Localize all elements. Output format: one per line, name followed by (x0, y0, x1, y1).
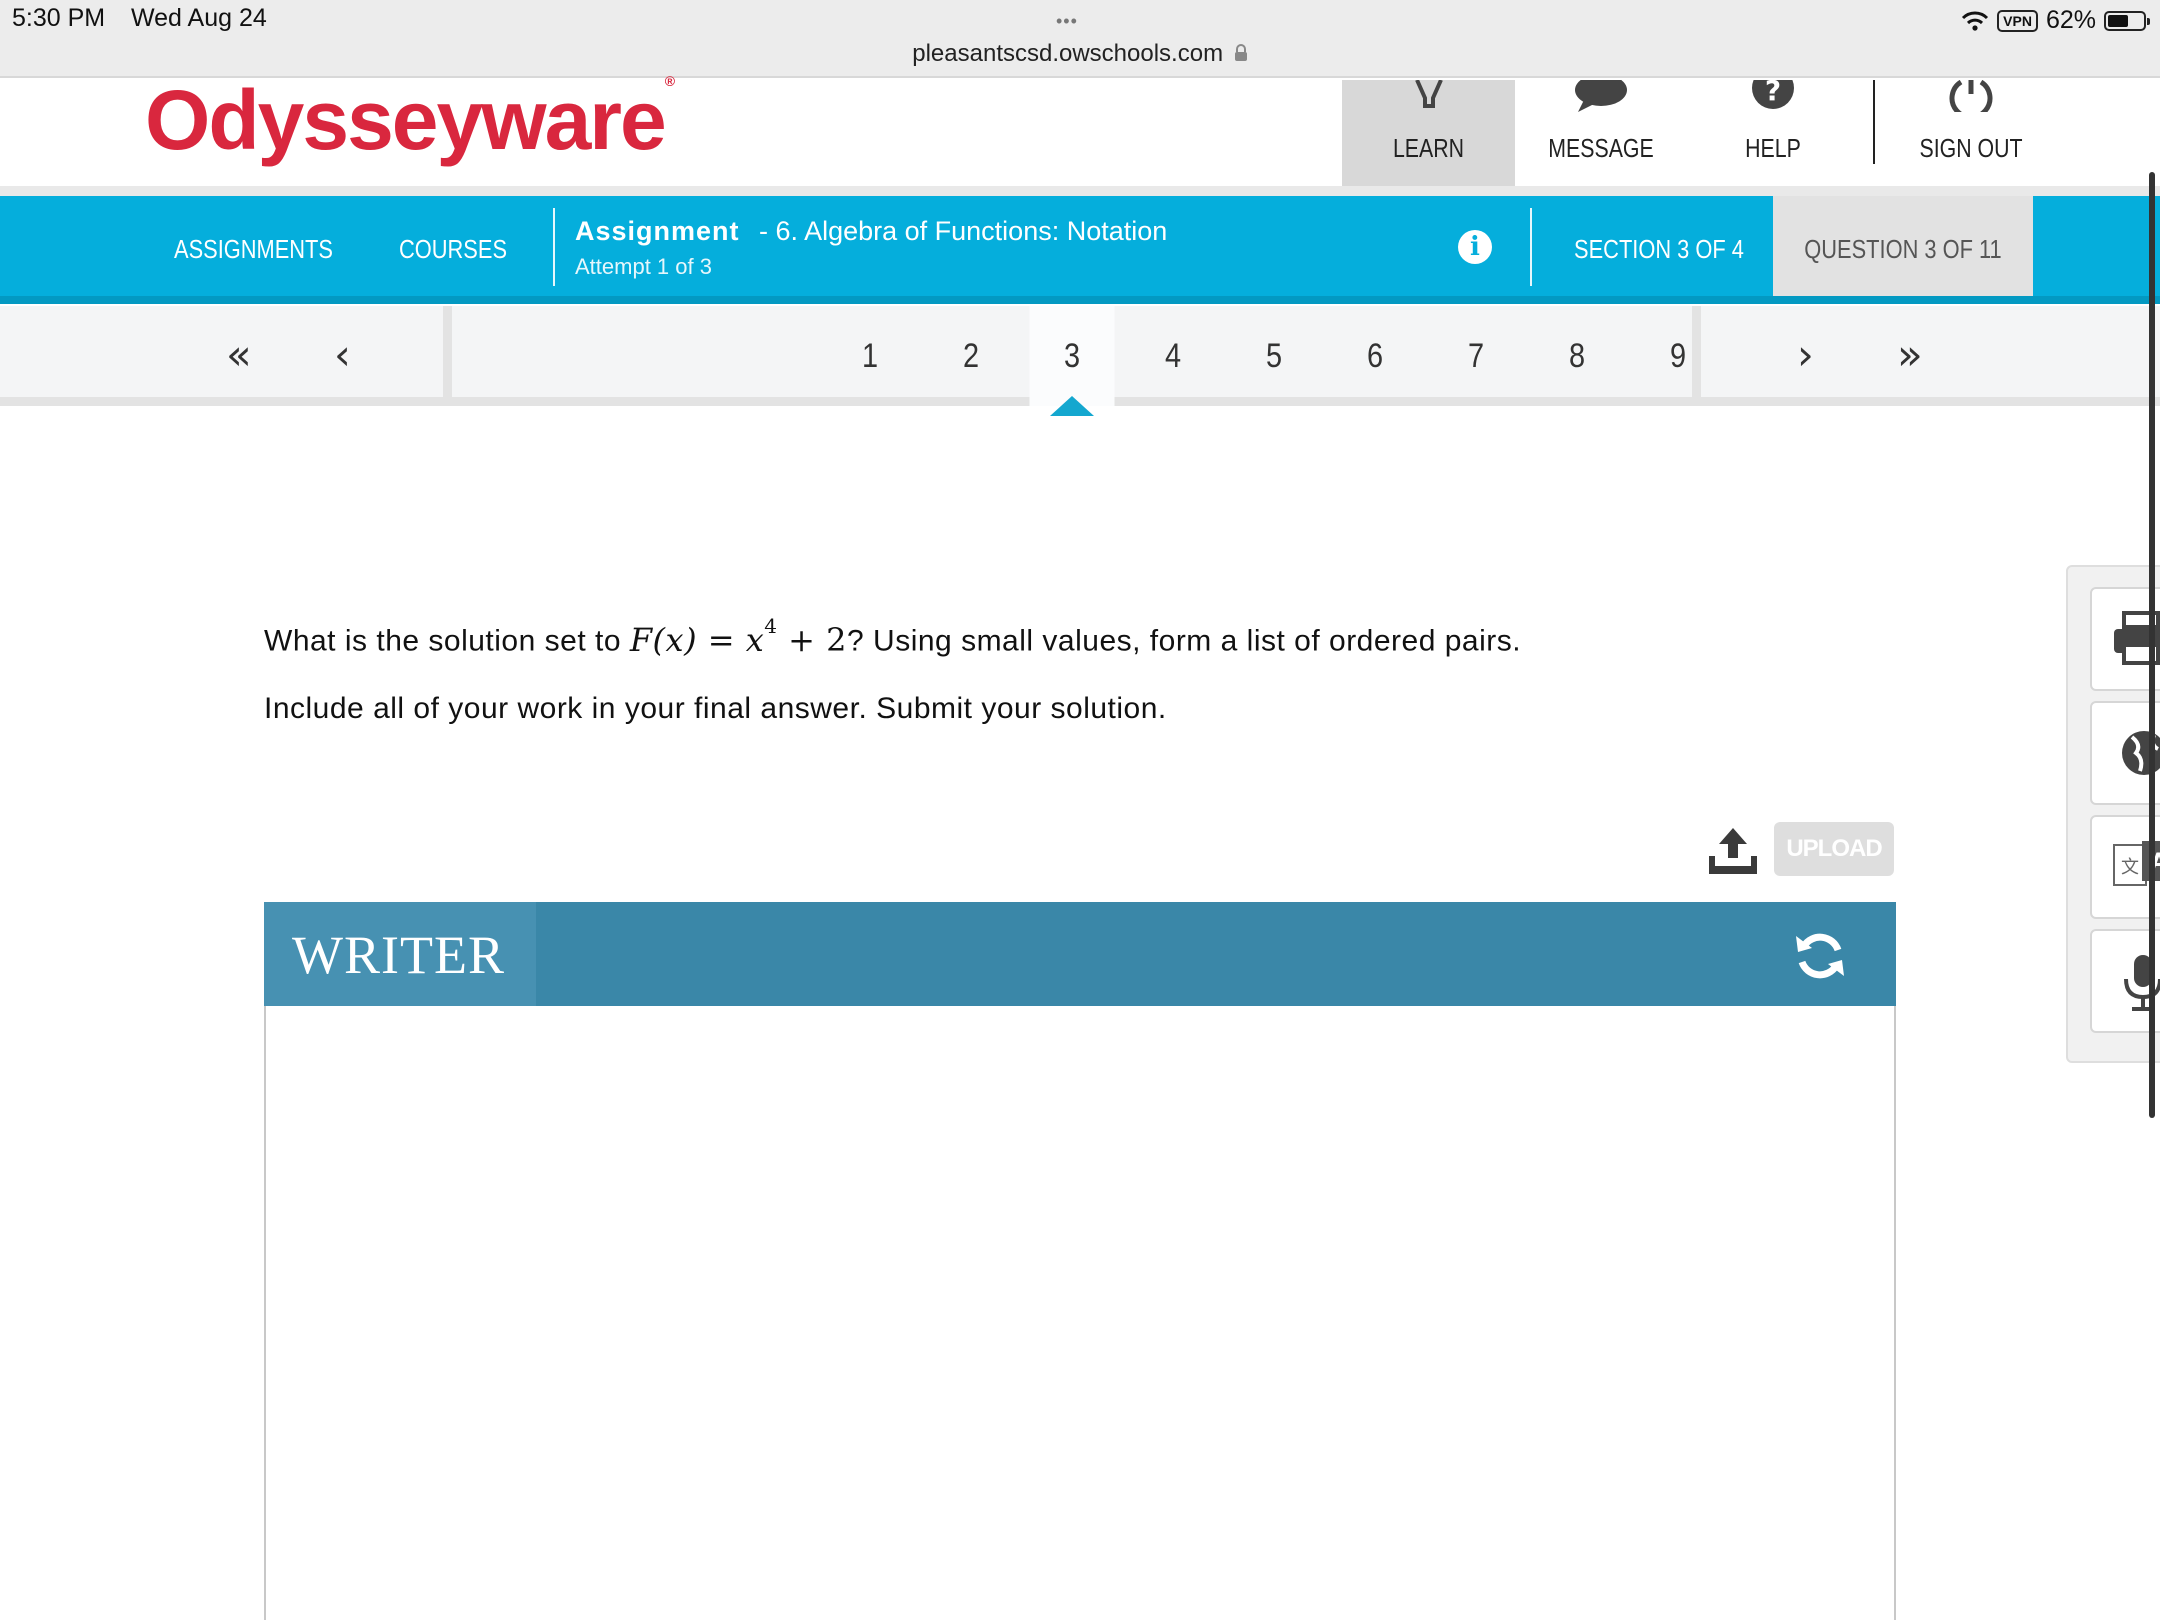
courses-link[interactable]: COURSES (399, 234, 507, 265)
question-4-button[interactable]: 4 (1131, 306, 1216, 406)
question-9-button[interactable]: 9 (1636, 306, 1721, 406)
bar-divider (1530, 208, 1532, 286)
nav-message-label: MESSAGE (1548, 133, 1654, 163)
nav-help[interactable]: ? HELP (1687, 80, 1859, 188)
assignment-name: - 6. Algebra of Functions: Notation (759, 216, 1168, 246)
help-circle-icon: ? (1752, 80, 1794, 109)
app-header: Odysseyware® LEARN MESSAGE ? HELP SIGN O… (0, 73, 2160, 188)
status-right: VPN 62% (1961, 6, 2150, 35)
header-divider (0, 186, 2160, 196)
lock-icon (1234, 44, 1247, 61)
page-scrollbar[interactable] (2149, 172, 2155, 1118)
refresh-icon[interactable] (1794, 930, 1846, 982)
writer-text-area[interactable] (264, 1006, 1896, 1620)
pager-separator (1692, 306, 1701, 406)
previous-question-button[interactable]: ‹ (334, 330, 351, 379)
registered-mark: ® (664, 73, 675, 89)
question-8-button[interactable]: 8 (1535, 306, 1620, 406)
question-text-line-1: What is the solution set to F(x) = x4 + … (264, 614, 1522, 659)
question-prefix: What is the solution set to (264, 624, 630, 658)
pager-separator (443, 306, 452, 406)
nav-learn-label: LEARN (1392, 133, 1465, 163)
svg-text:?: ? (1765, 80, 1781, 107)
ios-status-bar: 5:30 PM Wed Aug 24 ••• pleasantscsd.owsc… (0, 0, 2160, 78)
question-pager: « ‹ 1 2 3 4 5 6 7 8 9 › » (0, 306, 2160, 406)
bar-divider (553, 208, 555, 286)
upload-icon[interactable] (1707, 826, 1759, 876)
assignment-title: Assignment - 6. Algebra of Functions: No… (575, 216, 1167, 247)
wifi-icon (1962, 11, 1989, 31)
writer-title: WRITER (292, 925, 505, 985)
writer-header: WRITER (264, 902, 1896, 1006)
math-exponent: 4 (764, 614, 778, 638)
section-indicator[interactable]: SECTION 3 OF 4 (1563, 234, 1755, 265)
nav-sign-out-label: SIGN OUT (1919, 133, 2023, 163)
battery-percent: 62% (2045, 6, 2096, 34)
question-6-button[interactable]: 6 (1333, 306, 1418, 406)
info-icon[interactable]: i (1458, 230, 1492, 264)
assignment-label: Assignment (575, 216, 740, 246)
nav-learn[interactable]: LEARN (1342, 80, 1515, 188)
nav-help-label: HELP (1745, 133, 1801, 163)
math-expression: F(x) = x4 + 2 (629, 614, 848, 659)
multitasking-dots[interactable]: ••• (1056, 11, 1078, 32)
question-7-button[interactable]: 7 (1434, 306, 1519, 406)
assignment-bar-underline (0, 296, 2160, 304)
vpn-badge: VPN (1997, 9, 2038, 32)
odysseyware-logo[interactable]: Odysseyware® (145, 72, 675, 169)
address-bar[interactable]: pleasantscsd.owschools.com (0, 40, 2160, 68)
nav-sign-out[interactable]: SIGN OUT (1875, 80, 2067, 188)
side-toolbar: 文 A (2066, 565, 2160, 1063)
status-date: Wed Aug 24 (131, 4, 267, 32)
assignment-bar: ASSIGNMENTS COURSES Assignment - 6. Alge… (0, 196, 2160, 304)
question-3-button[interactable]: 3 (1029, 306, 1115, 406)
attempt-text: Attempt 1 of 3 (575, 254, 712, 279)
writer-title-box: WRITER (264, 902, 536, 1006)
lightbulb-icon (1414, 80, 1443, 108)
assignments-link[interactable]: ASSIGNMENTS (174, 234, 333, 265)
first-question-button[interactable]: « (226, 330, 252, 379)
next-question-button[interactable]: › (1797, 330, 1814, 379)
last-question-button[interactable]: » (1897, 330, 1923, 379)
battery-icon (2104, 10, 2150, 31)
question-2-button[interactable]: 2 (929, 306, 1014, 406)
speech-bubble-icon (1575, 80, 1627, 112)
svg-text:文: 文 (2121, 857, 2139, 878)
question-text-line-2: Include all of your work in your final a… (264, 692, 1167, 725)
upload-button[interactable]: UPLOAD (1774, 822, 1894, 876)
status-time: 5:30 PM (12, 4, 106, 32)
url-text: pleasantscsd.owschools.com (912, 40, 1224, 67)
question-5-button[interactable]: 5 (1232, 306, 1317, 406)
question-indicator-label: QUESTION 3 OF 11 (1804, 234, 2002, 264)
power-icon (1949, 80, 1993, 112)
question-indicator[interactable]: QUESTION 3 OF 11 (1773, 196, 2033, 304)
nav-message[interactable]: MESSAGE (1515, 80, 1687, 188)
question-suffix: ? Using small values, form a list of ord… (847, 624, 1522, 658)
question-1-button[interactable]: 1 (828, 306, 913, 406)
active-question-caret (1050, 396, 1094, 416)
